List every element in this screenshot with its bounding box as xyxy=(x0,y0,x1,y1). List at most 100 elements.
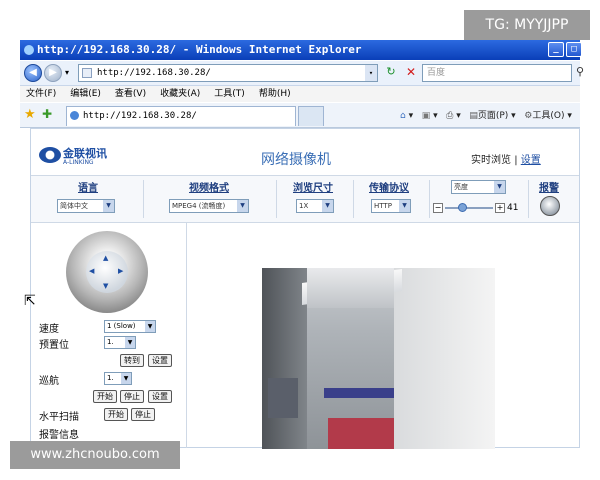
command-bar: ⌂ ▾ ▣ ▾ ⎙ ▾ ▤页面(P) ▾ ⚙工具(O) ▾ xyxy=(400,111,572,121)
feeds-icon[interactable]: ▣ xyxy=(422,111,431,121)
chevron-down-icon: ▼ xyxy=(121,373,131,384)
menu-edit[interactable]: 编辑(E) xyxy=(70,89,101,99)
favorites-star-icon[interactable]: ★ xyxy=(24,107,36,122)
preset-select[interactable]: 1. ▼ xyxy=(104,336,136,349)
video-blue-stripe xyxy=(324,388,394,398)
chevron-down-icon: ▼ xyxy=(145,321,155,332)
favorites-bar: ★ ✚ http://192.168.30.28/ ⌂ ▾ ▣ ▾ ⎙ ▾ ▤页… xyxy=(20,103,580,128)
print-icon[interactable]: ⎙ xyxy=(446,111,453,121)
chevron-down-icon: ▼ xyxy=(237,200,248,212)
cruise-start-button[interactable]: 开始 xyxy=(93,390,117,403)
cruise-value: 1. xyxy=(107,374,114,382)
url-input[interactable]: http://192.168.30.28/ ▾ xyxy=(78,64,378,82)
video-wall-left xyxy=(262,268,307,449)
home-icon[interactable]: ⌂ xyxy=(400,111,406,121)
preset-value: 1. xyxy=(107,338,114,346)
url-text: http://192.168.30.28/ xyxy=(97,68,211,78)
speed-select[interactable]: 1 (Slow) ▼ xyxy=(104,320,156,333)
hscan-stop-button[interactable]: 停止 xyxy=(131,408,155,421)
ptz-panel: ▲ ▼ ◀ ▶ 速度 1 (Slow) ▼ 预置位 1. ▼ 转到 设置 巡航 1.… xyxy=(31,223,187,448)
address-bar: ◀ ▶ ▾ http://192.168.30.28/ ▾ ↻ ✕ 百度 ⚲ xyxy=(20,61,584,86)
cruise-set-button[interactable]: 设置 xyxy=(148,390,172,403)
link-separator: | xyxy=(514,155,518,166)
ptz-center-button[interactable]: ▲ ▼ ◀ ▶ xyxy=(86,251,128,293)
speed-label: 速度 xyxy=(39,324,59,335)
arrow-up-icon[interactable]: ▲ xyxy=(103,254,108,262)
alarm-button[interactable] xyxy=(540,196,560,216)
divider xyxy=(276,180,277,218)
refresh-icon[interactable]: ↻ xyxy=(384,65,398,79)
language-value: 简体中文 xyxy=(60,202,88,210)
menu-help[interactable]: 帮助(H) xyxy=(259,89,291,99)
tools-menu[interactable]: 工具(O) xyxy=(532,111,564,121)
menu-view[interactable]: 查看(V) xyxy=(115,89,146,99)
preset-goto-button[interactable]: 转到 xyxy=(120,354,144,367)
add-favorite-icon[interactable]: ✚ xyxy=(42,107,52,121)
preset-set-button[interactable]: 设置 xyxy=(148,354,172,367)
settings-link[interactable]: 设置 xyxy=(521,155,541,166)
arrow-left-icon[interactable]: ◀ xyxy=(89,267,94,275)
view-size-value: 1X xyxy=(299,202,309,210)
arrow-right-icon[interactable]: ▶ xyxy=(118,267,123,275)
site-watermark: www.zhcnoubo.com xyxy=(10,441,180,469)
tab-ie-icon xyxy=(70,111,79,120)
mouse-cursor-icon: ⇱ xyxy=(24,293,36,309)
view-size-select[interactable]: 1X ▼ xyxy=(296,199,334,213)
arrow-down-icon[interactable]: ▼ xyxy=(103,282,108,290)
menu-tools[interactable]: 工具(T) xyxy=(214,89,245,99)
stop-icon[interactable]: ✕ xyxy=(404,65,418,79)
menu-favorites[interactable]: 收藏夹(A) xyxy=(160,89,200,99)
menu-bar: 文件(F) 编辑(E) 查看(V) 收藏夹(A) 工具(T) 帮助(H) xyxy=(20,86,580,102)
minimize-button[interactable]: _ xyxy=(548,42,564,57)
forward-button[interactable]: ▶ xyxy=(44,64,62,82)
search-input[interactable]: 百度 xyxy=(422,64,572,82)
page-menu-icon: ▤ xyxy=(469,111,478,121)
page-icon xyxy=(82,68,92,78)
page-header: 金联视讯 A-LINKING 网络摄像机 实时浏览 | 设置 xyxy=(31,129,579,176)
tg-watermark: TG: MYYJJPP xyxy=(464,10,590,40)
search-icon[interactable]: ⚲ xyxy=(576,65,584,78)
live-view-link[interactable]: 实时浏览 xyxy=(471,155,511,166)
back-button[interactable]: ◀ xyxy=(24,64,42,82)
image-mode-value: 亮度 xyxy=(454,183,468,191)
video-ceiling xyxy=(307,268,394,308)
menu-file[interactable]: 文件(F) xyxy=(26,89,56,99)
video-format-label: 视频格式 xyxy=(189,183,229,194)
maximize-button[interactable]: □ xyxy=(566,42,582,57)
chevron-down-icon: ▼ xyxy=(494,181,505,193)
video-format-select[interactable]: MPEG4 (流畅度) ▼ xyxy=(169,199,249,213)
brightness-slider-track[interactable] xyxy=(445,207,493,209)
video-dark-object xyxy=(268,378,298,418)
ptz-direction-control[interactable]: ▲ ▼ ◀ ▶ xyxy=(66,231,148,313)
browser-tab[interactable]: http://192.168.30.28/ xyxy=(66,106,296,126)
slider-plus-button[interactable]: + xyxy=(495,203,505,213)
video-format-value: MPEG4 (流畅度) xyxy=(172,202,226,210)
brightness-slider-thumb[interactable] xyxy=(458,203,467,212)
page-menu[interactable]: 页面(P) xyxy=(478,111,508,121)
slider-minus-button[interactable]: − xyxy=(433,203,443,213)
new-tab-button[interactable] xyxy=(298,106,324,126)
divider xyxy=(353,180,354,218)
chevron-down-icon: ▼ xyxy=(322,200,333,212)
divider xyxy=(143,180,144,218)
alarm-info-label: 报警信息 xyxy=(39,430,79,441)
tab-label: http://192.168.30.28/ xyxy=(83,111,197,121)
cruise-select[interactable]: 1. ▼ xyxy=(104,372,132,385)
camera-web-page: 金联视讯 A-LINKING 网络摄像机 实时浏览 | 设置 语言 简体中文 ▼ … xyxy=(30,128,580,449)
chevron-down-icon: ▼ xyxy=(103,200,114,212)
window-title: http://192.168.30.28/ - Windows Internet… xyxy=(37,43,362,56)
history-dropdown-icon[interactable]: ▾ xyxy=(65,68,69,77)
header-links: 实时浏览 | 设置 xyxy=(471,151,541,166)
url-dropdown-icon[interactable]: ▾ xyxy=(365,65,377,81)
camera-video-feed[interactable] xyxy=(262,268,495,449)
cruise-stop-button[interactable]: 停止 xyxy=(120,390,144,403)
horizontal-scan-label: 水平扫描 xyxy=(39,412,79,423)
language-select[interactable]: 简体中文 ▼ xyxy=(57,199,115,213)
chevron-down-icon: ▼ xyxy=(125,337,135,348)
brand-subtitle: A-LINKING xyxy=(63,159,94,166)
divider xyxy=(429,180,430,218)
image-mode-select[interactable]: 亮度 ▼ xyxy=(451,180,506,194)
protocol-select[interactable]: HTTP ▼ xyxy=(371,199,411,213)
protocol-label: 传输协议 xyxy=(369,183,409,194)
hscan-start-button[interactable]: 开始 xyxy=(104,408,128,421)
